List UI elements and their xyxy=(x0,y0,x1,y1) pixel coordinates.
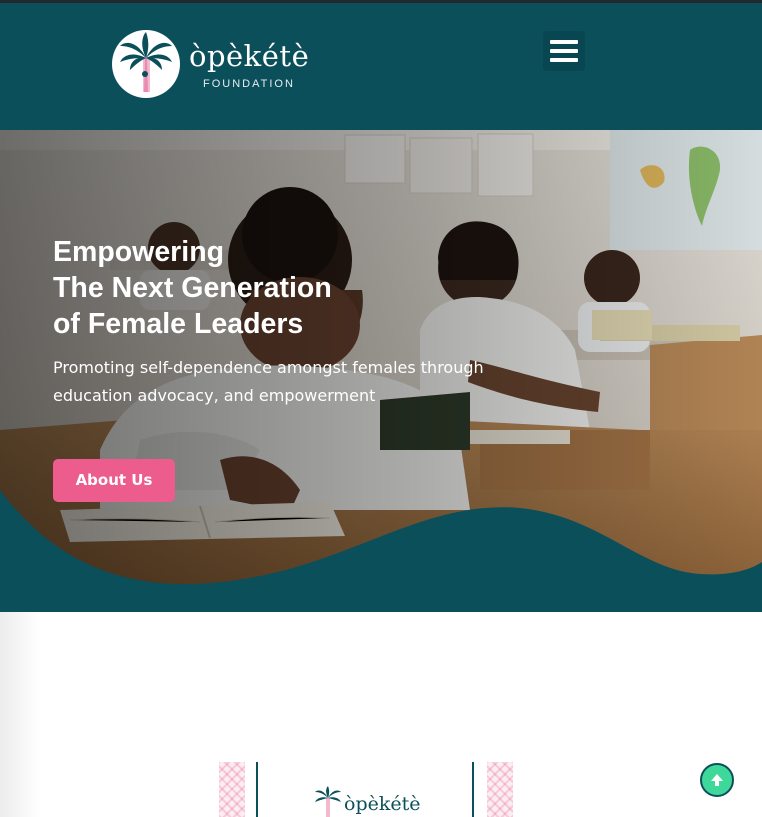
about-logo-card: òpèkétè xyxy=(216,760,516,817)
hero-title-line: of Female Leaders xyxy=(53,308,304,340)
arrow-up-icon xyxy=(711,774,723,786)
site-header: òpèkétè FOUNDATION xyxy=(0,3,762,130)
brand-name: òpèkétè xyxy=(189,39,310,73)
hero-title-line: Empowering xyxy=(53,236,225,268)
pattern-strip xyxy=(487,762,513,817)
hamburger-menu-icon[interactable] xyxy=(543,31,585,71)
hero-subtitle: Promoting self-dependence amongst female… xyxy=(53,354,523,410)
palm-tree-icon xyxy=(315,786,341,817)
card-brand-name: òpèkétè xyxy=(344,793,421,815)
hero-title-line: The Next Generation xyxy=(53,272,332,304)
divider xyxy=(472,762,474,817)
hero-subtitle-line: education advocacy, and empowerment xyxy=(53,386,376,405)
pattern-strip xyxy=(219,762,245,817)
hero-title: Empowering The Next Generation of Female… xyxy=(53,234,332,342)
section-left-shadow xyxy=(0,612,40,817)
palm-tree-logo-icon xyxy=(112,30,180,98)
scroll-to-top-button[interactable] xyxy=(700,763,734,797)
divider xyxy=(256,762,258,817)
hero-subtitle-line: Promoting self-dependence amongst female… xyxy=(53,358,484,377)
brand-tagline: FOUNDATION xyxy=(203,78,295,90)
logo-link[interactable]: òpèkétè FOUNDATION xyxy=(112,28,312,100)
about-us-button[interactable]: About Us xyxy=(53,459,175,502)
hero-section: Empowering The Next Generation of Female… xyxy=(0,130,762,612)
